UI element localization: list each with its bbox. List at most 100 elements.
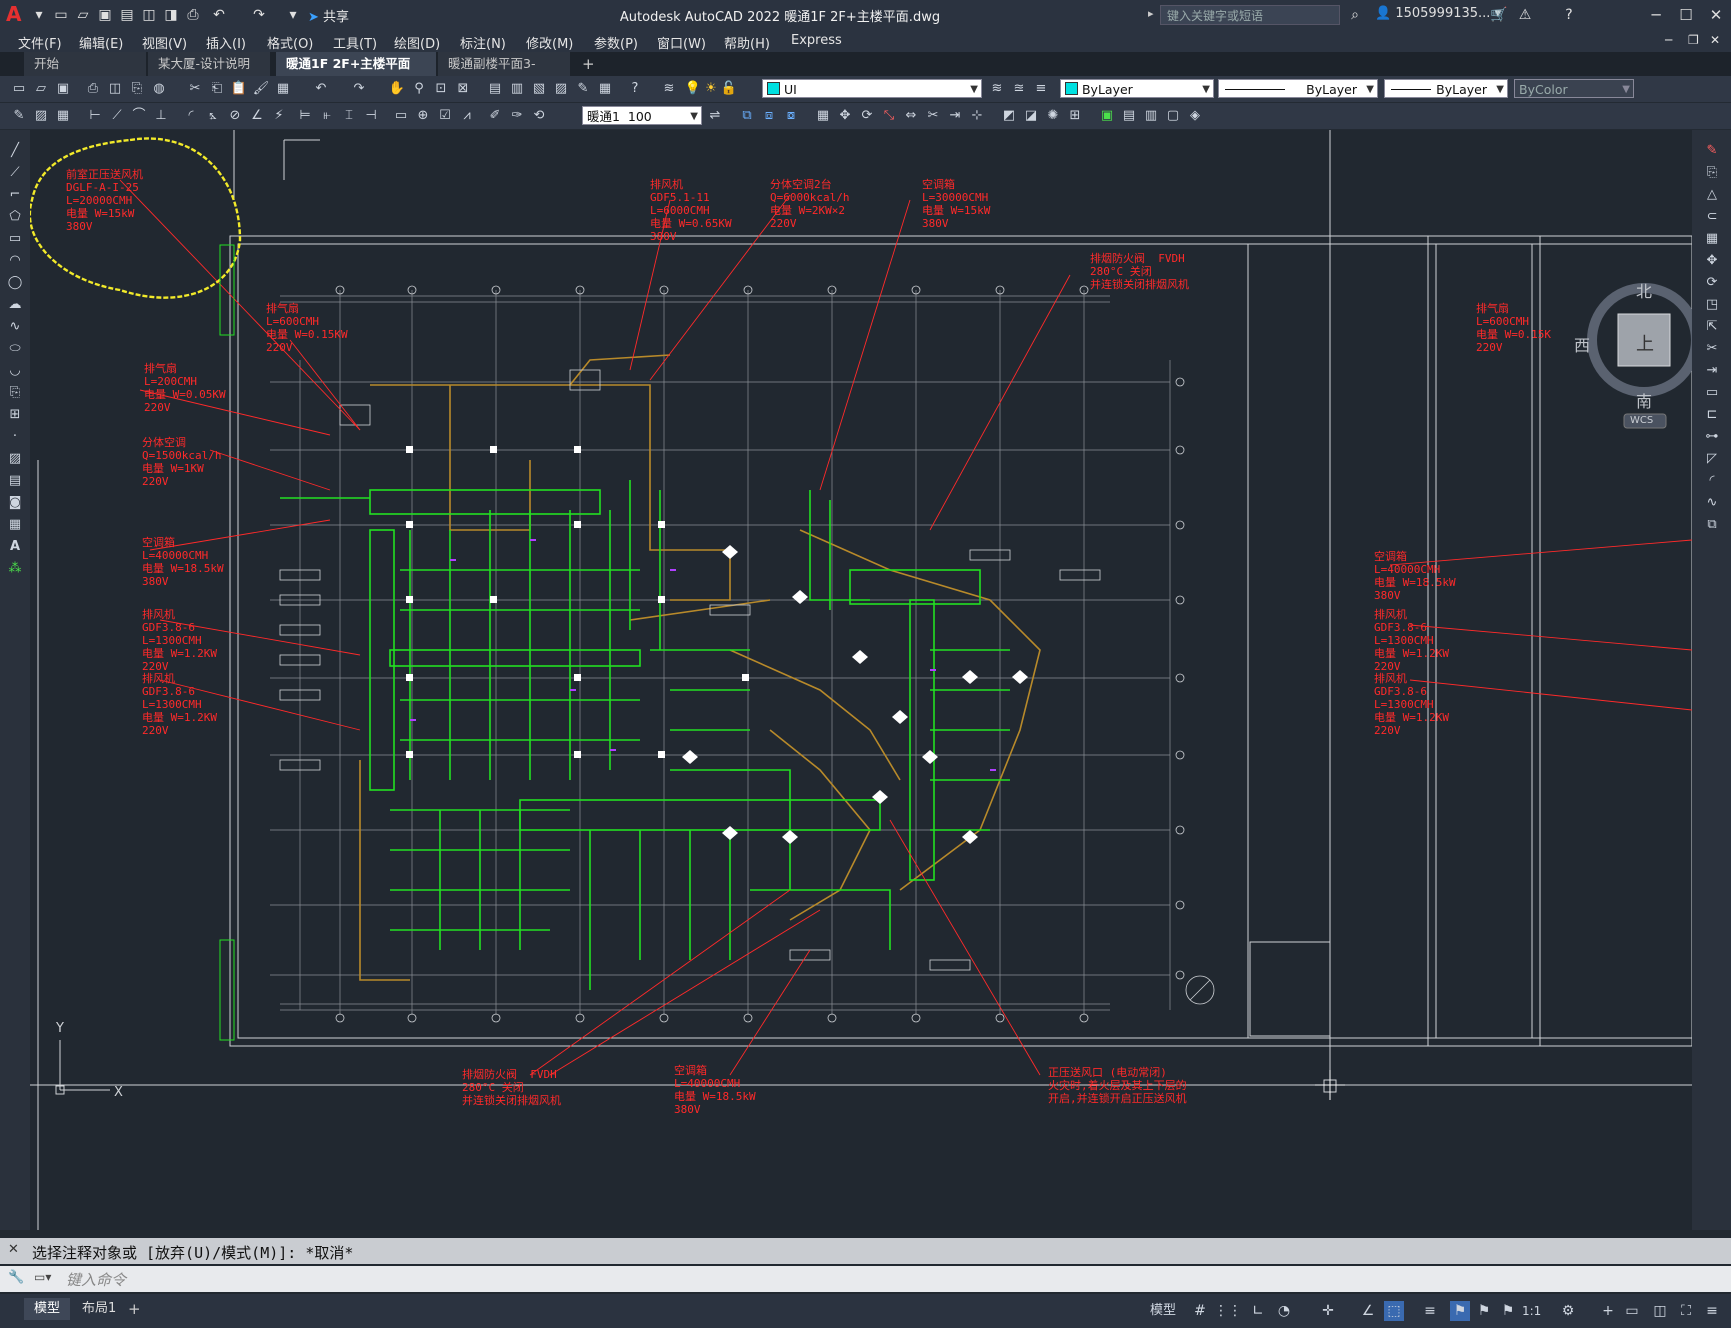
drawing-canvas[interactable]: Y X 前室正压送风机 DGLF-A-I-25 L=20000CMH 电量 W=… [30, 130, 1692, 1236]
open-icon[interactable]: ▱ [32, 80, 50, 98]
rotate-icon[interactable]: ⟳ [858, 107, 876, 125]
share-button[interactable]: ➤ 共享 [308, 6, 349, 25]
search-icon[interactable]: ⌕ [1346, 6, 1364, 24]
dim-update-icon[interactable]: ⟲ [530, 107, 548, 125]
block-editor-icon[interactable]: ▦ [274, 80, 292, 98]
break-at-point-icon[interactable]: ▭ [1702, 384, 1722, 402]
paste-icon[interactable]: 📋 [230, 80, 248, 98]
preview-icon[interactable]: ◫ [106, 80, 124, 98]
new-tab-icon[interactable]: + [582, 55, 595, 73]
model-space-button[interactable]: 模型 [1150, 1301, 1176, 1321]
move-icon[interactable]: ✥ [1702, 252, 1722, 270]
snap-icon[interactable]: ⋮⋮ [1214, 1301, 1242, 1321]
region-icon[interactable]: ◙ [5, 494, 25, 512]
annotation-scale-icon[interactable]: ⚑ [1498, 1301, 1518, 1321]
fillet-icon[interactable]: ◜ [1702, 472, 1722, 490]
menu-draw[interactable]: 绘图(D) [394, 33, 440, 52]
erase-icon[interactable]: ✎ [1702, 142, 1722, 160]
plot-icon[interactable]: ⎙ [84, 80, 102, 98]
explode-icon[interactable]: ✺ [1044, 107, 1062, 125]
table-style-icon[interactable]: ▦ [54, 107, 72, 125]
help-icon[interactable]: ? [626, 80, 644, 98]
annotation-visibility-icon[interactable]: ⚑ [1450, 1301, 1470, 1321]
menu-insert[interactable]: 插入(I) [206, 33, 246, 52]
linear-dim-icon[interactable]: ⊢ [86, 107, 104, 125]
user-account[interactable]: 👤 1505999135... ▾ [1375, 6, 1501, 21]
blend-icon[interactable]: ∿ [1702, 494, 1722, 512]
cart-icon[interactable]: 🛒 [1490, 6, 1508, 24]
diameter-dim-icon[interactable]: ⊘ [226, 107, 244, 125]
open-file-icon[interactable]: ▱ [74, 6, 92, 24]
dim-style-icon[interactable]: ▨ [32, 107, 50, 125]
tab-layout1[interactable]: 布局1 [72, 1298, 126, 1320]
menu-help[interactable]: 帮助(H) [724, 33, 770, 52]
scale-icon[interactable]: ◳ [1702, 296, 1722, 314]
stretch-icon[interactable]: ⇔ [902, 107, 920, 125]
revcloud-icon[interactable]: ☁ [5, 296, 25, 314]
spline-icon[interactable]: ∿ [5, 318, 25, 336]
calculator-icon[interactable]: ▦ [596, 80, 614, 98]
explode-icon[interactable]: ⧉ [1702, 516, 1722, 534]
redo-icon[interactable]: ↷ [350, 80, 368, 98]
angular-dim-icon[interactable]: ∠ [248, 107, 266, 125]
polar-icon[interactable]: ◔ [1274, 1301, 1294, 1321]
polygon-icon[interactable]: ⬠ [5, 208, 25, 226]
aligned-dim-icon[interactable]: ⟋ [108, 107, 126, 125]
search-input[interactable]: 键入关键字或短语 [1160, 5, 1340, 25]
hatch-icon[interactable]: ▥ [1142, 107, 1160, 125]
menu-parameter[interactable]: 参数(P) [594, 33, 638, 52]
linetype-dropdown[interactable]: ByLayer ▼ [1218, 79, 1378, 98]
break-icon[interactable]: ⊏ [1702, 406, 1722, 424]
zoom-window-icon[interactable]: ⊡ [432, 80, 450, 98]
recent-commands-icon[interactable]: ▭▾ [34, 1270, 51, 1284]
units-icon[interactable]: ▭ [1622, 1301, 1642, 1321]
viewcube[interactable]: 北 南 西 东 上 WCS [1574, 278, 1692, 458]
style-icon[interactable]: ✎ [10, 107, 28, 125]
make-current-icon[interactable]: ≋ [988, 80, 1006, 98]
dim-break-icon[interactable]: ⊣ [362, 107, 380, 125]
publish-icon[interactable]: ⎘ [128, 80, 146, 98]
layer-dropdown[interactable]: UI ▼ [762, 79, 982, 98]
layer-previous-icon[interactable]: ≊ [1010, 80, 1028, 98]
arc-length-icon[interactable]: ⌒ [130, 107, 148, 125]
plot-icon[interactable]: ⎙ [184, 6, 202, 24]
copy-icon[interactable]: ⎗ [208, 80, 226, 98]
annotation-monitor-icon[interactable]: + [1598, 1301, 1618, 1321]
insert-block-icon[interactable]: ▣ [1098, 107, 1116, 125]
join-icon[interactable]: ⊞ [1066, 107, 1084, 125]
dim-edit-icon[interactable]: ✐ [486, 107, 504, 125]
annotation-scale-dropdown[interactable]: 暖通1 100 ▼ [582, 106, 702, 125]
mirror-icon[interactable]: △ [1702, 186, 1722, 204]
gradient-icon[interactable]: ▤ [5, 472, 25, 490]
new-file-icon[interactable]: ▭ [52, 6, 70, 24]
viewcube-west[interactable]: 西 [1574, 332, 1590, 356]
autodesk-app-icon[interactable]: ⚠ [1516, 6, 1534, 24]
menu-tools[interactable]: 工具(T) [333, 33, 377, 52]
copy-object-icon[interactable]: ⧉ [738, 107, 756, 125]
tab-model[interactable]: 模型 [24, 1298, 71, 1320]
undo-icon[interactable]: ↶ [312, 80, 330, 98]
clean-screen-icon[interactable]: ⛶ [1676, 1301, 1696, 1321]
fillet-icon[interactable]: ◪ [1022, 107, 1040, 125]
ortho-icon[interactable]: ∟ [1248, 1301, 1268, 1321]
menu-file[interactable]: 文件(F) [18, 33, 62, 52]
inspection-icon[interactable]: ☑ [436, 107, 454, 125]
circle-icon[interactable]: ◯ [5, 274, 25, 292]
grid-icon[interactable]: # [1190, 1301, 1210, 1321]
ordinate-dim-icon[interactable]: ⊥ [152, 107, 170, 125]
extend-icon[interactable]: ⇥ [946, 107, 964, 125]
break-icon[interactable]: ⊹ [968, 107, 986, 125]
rotate-icon[interactable]: ⟳ [1702, 274, 1722, 292]
tool-palettes-icon[interactable]: ▧ [530, 80, 548, 98]
customization-icon[interactable]: ≡ [1702, 1301, 1722, 1321]
new-icon[interactable]: ▭ [10, 80, 28, 98]
stretch-icon[interactable]: ⇱ [1702, 318, 1722, 336]
rectangle-icon[interactable]: ▭ [5, 230, 25, 248]
layer-lock-icon[interactable]: 🔓 [720, 80, 738, 98]
close-icon[interactable]: ✕ [8, 1242, 19, 1257]
scale-icon[interactable]: ⤡ [880, 107, 898, 125]
quick-props-icon[interactable]: ◫ [1650, 1301, 1670, 1321]
save-icon[interactable]: ▣ [54, 80, 72, 98]
make-block-icon[interactable]: ▤ [1120, 107, 1138, 125]
doc-close-icon[interactable]: ✕ [1710, 33, 1720, 47]
